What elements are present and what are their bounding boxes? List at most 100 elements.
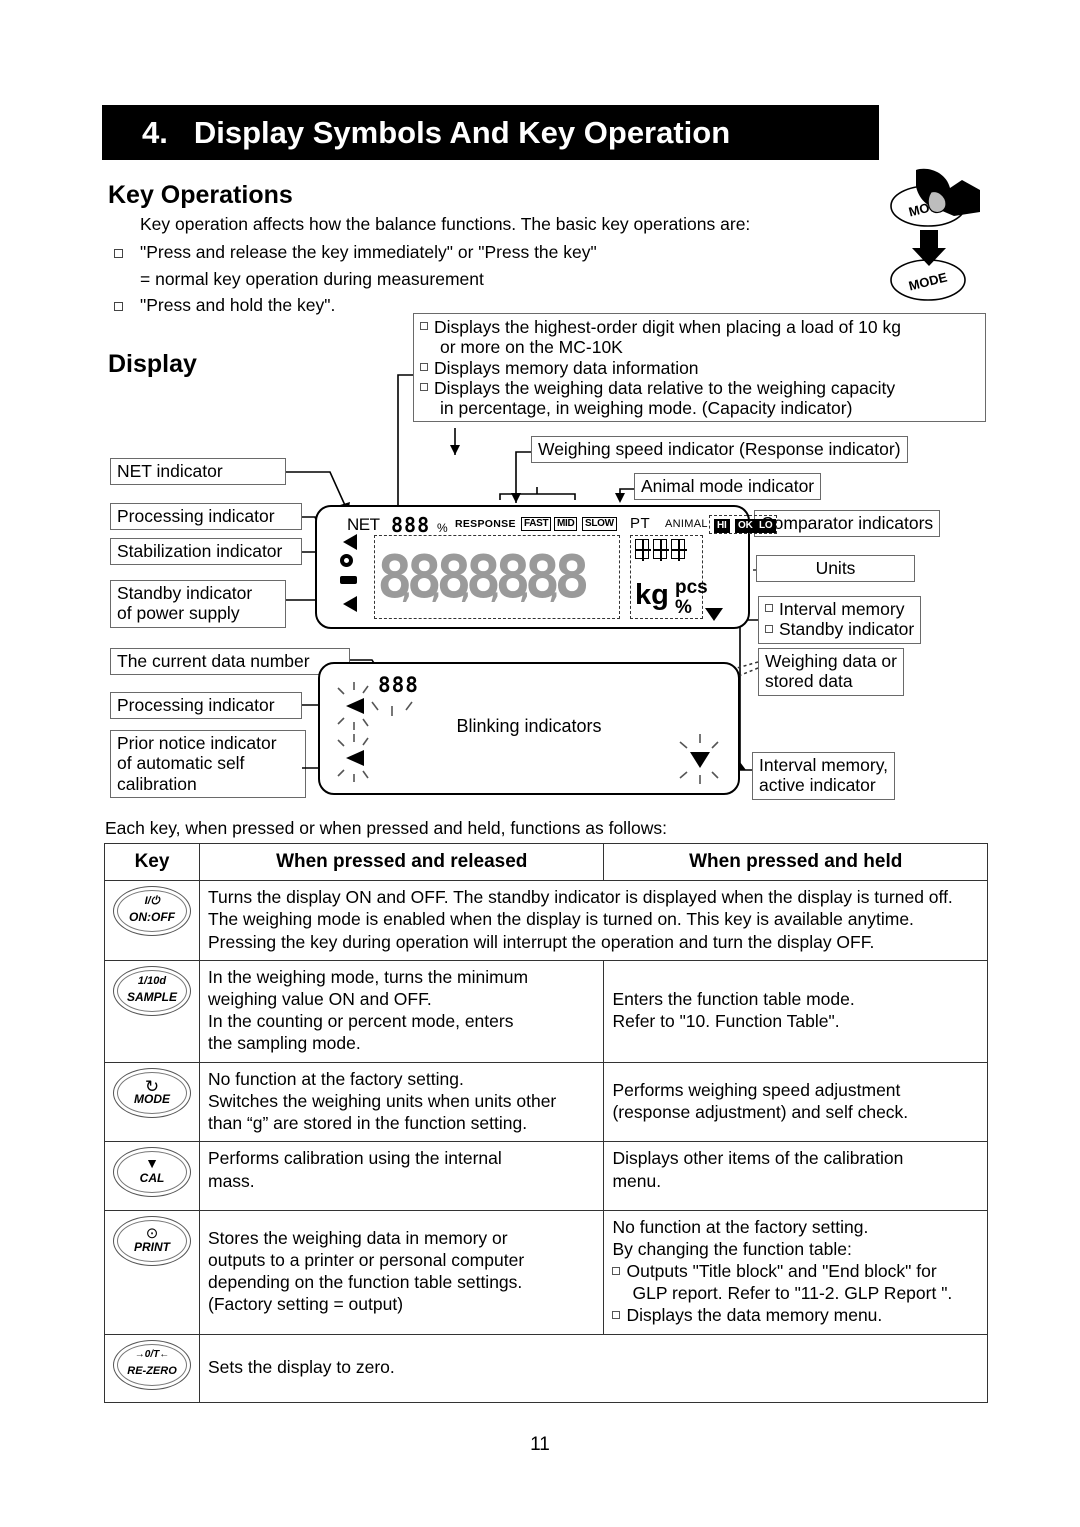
- callout-stabilization-indicator: Stabilization indicator: [110, 538, 302, 566]
- rezero-key-label: RE-ZERO: [127, 1364, 177, 1377]
- lcd-units-block: kg pcs %: [630, 535, 723, 621]
- cell-line: In the weighing mode, turns the minimum: [208, 966, 529, 987]
- cell-mode-pressed-held: Performs weighing speed adjustment (resp…: [603, 1061, 988, 1143]
- callout-line: calibration: [117, 773, 197, 794]
- lcd-unit-segment-icon: [653, 539, 669, 561]
- cell-line: Switches the weighing units when units o…: [208, 1090, 557, 1111]
- blinking-digits-rays-icon: [371, 701, 413, 716]
- cell-line: In the counting or percent mode, enters: [208, 1011, 514, 1032]
- cell-line: Performs weighing speed adjustment: [612, 1079, 901, 1100]
- cell-line: (response adjustment) and self check.: [612, 1101, 909, 1122]
- cell-mode-pressed-released: No function at the factory setting. Swit…: [198, 1061, 605, 1143]
- callout-weighing-speed-indicator: Weighing speed indicator (Response indic…: [531, 436, 908, 464]
- lcd-fast-segment: FAST: [521, 517, 552, 531]
- key-cell-mode: ↻ MODE: [104, 1061, 200, 1143]
- table-header-key: Key: [104, 842, 200, 882]
- lcd-digit: 8,: [466, 547, 505, 606]
- print-key-label: PRINT: [134, 1239, 170, 1254]
- lcd-unit-segment-row: [635, 539, 687, 561]
- square-bullet-icon: [114, 249, 123, 258]
- onoff-key-symbol: I/⏻: [144, 895, 160, 908]
- lcd-unit-segment-icon: [671, 539, 687, 561]
- key-cell-onoff: I/⏻ ON:OFF: [104, 880, 200, 961]
- lcd-percent-symbol: %: [437, 521, 448, 535]
- standby-triangle-icon: [343, 596, 357, 612]
- callout-interval-memory-standby: Interval memory Standby indicator: [758, 596, 922, 644]
- cell-line: (Factory setting = output): [208, 1294, 404, 1315]
- cell-line: menu.: [612, 1170, 662, 1191]
- callout-line: of automatic self: [117, 753, 245, 774]
- callout-prior-notice-indicator: Prior notice indicator of automatic self…: [110, 730, 306, 798]
- key-operations-bullet-2: "Press and hold the key".: [140, 295, 336, 315]
- cell-onoff-description: Turns the display ON and OFF. The standb…: [199, 880, 988, 961]
- lcd-digit: 8,: [407, 547, 446, 606]
- manual-page: 4. Display Symbols And Key Operation Key…: [0, 0, 1080, 1527]
- lcd-annunciator-row: NET 888 % RESPONSE FAST MID SLOW PT ANIM…: [325, 513, 777, 537]
- lcd-ok-segment: OK: [735, 519, 756, 533]
- key-operations-bullet-1-cont: = normal key operation during measuremen…: [140, 269, 484, 289]
- cell-line: By changing the function table:: [612, 1238, 852, 1259]
- lcd-mid-segment: MID: [554, 517, 578, 531]
- callout-line: Standby indicator: [117, 583, 253, 603]
- sample-key-label: SAMPLE: [126, 989, 177, 1004]
- chapter-header: 4. Display Symbols And Key Operation: [102, 105, 879, 160]
- onoff-key-icon[interactable]: I/⏻ ON:OFF: [113, 886, 191, 937]
- table-row: 1/10d SAMPLE In the weighing mode, turns…: [104, 959, 988, 1063]
- key-cell-sample: 1/10d SAMPLE: [104, 959, 200, 1063]
- mode-key-label: MODE: [134, 1091, 170, 1106]
- sample-key-icon[interactable]: 1/10d SAMPLE: [113, 965, 191, 1016]
- mode-key-icon[interactable]: ↻ MODE: [113, 1067, 191, 1118]
- callout-line: Displays the weighing data relative to t…: [434, 377, 896, 398]
- blinking-interval-memory-triangle-icon: [679, 734, 719, 784]
- key-cell-cal: ▼ CAL: [104, 1141, 200, 1211]
- cell-line: the sampling mode.: [208, 1033, 361, 1054]
- callout-line: Weighing data or: [765, 651, 897, 671]
- table-row: ↻ MODE No function at the factory settin…: [104, 1061, 988, 1143]
- lcd-animal-indicator: ANIMAL: [665, 518, 708, 530]
- rezero-key-icon[interactable]: →0/T← RE-ZERO: [113, 1339, 191, 1390]
- key-operations-intro: Key operation affects how the balance fu…: [140, 214, 751, 234]
- lcd-digit: 8: [554, 542, 589, 611]
- lcd-percent-unit: %: [675, 597, 692, 618]
- cell-cal-pressed-held: Displays other items of the calibration …: [603, 1141, 988, 1211]
- cell-sample-pressed-held: Enters the function table mode. Refer to…: [603, 959, 988, 1063]
- mode-key-press-illustration: MODE MODE: [890, 168, 980, 301]
- cell-line: Outputs "Title block" and "End block" fo…: [612, 1260, 979, 1282]
- callout-line: stored data: [765, 671, 853, 692]
- blinking-prior-notice-triangle-icon: [337, 734, 369, 782]
- callout-processing-indicator-1: Processing indicator: [110, 503, 302, 531]
- lcd-left-indicator-column: [339, 534, 365, 622]
- cal-key-label: CAL: [139, 1171, 165, 1186]
- callout-line: of power supply: [117, 603, 240, 624]
- display-heading: Display: [108, 350, 197, 378]
- table-header-pressed-released: When pressed and released: [198, 842, 605, 882]
- cell-line: Displays other items of the calibration: [612, 1148, 904, 1169]
- cell-print-pressed-held: No function at the factory setting. By c…: [603, 1209, 988, 1335]
- table-row: ⊙ PRINT Stores the weighing data in memo…: [104, 1209, 988, 1335]
- callout-processing-indicator-2: Processing indicator: [110, 692, 302, 720]
- cell-line: mass.: [208, 1170, 255, 1191]
- cell-line: Refer to "10. Function Table".: [612, 1011, 840, 1032]
- lcd-lo-segment: LO: [756, 519, 776, 533]
- stabilization-circle-icon: [340, 554, 353, 567]
- callout-standby-indicator-power: Standby indicator of power supply: [110, 580, 286, 628]
- lcd-digit: 8,: [436, 547, 475, 606]
- key-operations-heading: Key Operations: [108, 181, 293, 209]
- onoff-key-label: ON:OFF: [129, 910, 175, 925]
- rezero-key-symbol: →0/T←: [134, 1348, 170, 1360]
- lcd-pcs-unit: pcs: [675, 577, 708, 598]
- square-bullet-icon: [612, 1311, 621, 1320]
- cal-key-icon[interactable]: ▼ CAL: [113, 1147, 191, 1198]
- cell-line: GLP report. Refer to "11-2. GLP Report "…: [632, 1283, 953, 1304]
- cell-line: Performs calibration using the internal: [208, 1148, 502, 1169]
- square-bullet-icon: [765, 604, 773, 613]
- lcd-digit: 8,: [377, 547, 416, 606]
- lcd-slow-segment: SLOW: [582, 517, 617, 531]
- square-bullet-icon: [612, 1266, 621, 1275]
- callout-line: Standby indicator: [779, 619, 915, 640]
- callout-units: Units: [756, 555, 915, 583]
- lcd-kg-unit: kg: [635, 579, 669, 611]
- callout-animal-mode-indicator: Animal mode indicator: [634, 473, 822, 501]
- print-key-icon[interactable]: ⊙ PRINT: [113, 1215, 191, 1266]
- cell-line: than “g” are stored in the function sett…: [208, 1113, 528, 1134]
